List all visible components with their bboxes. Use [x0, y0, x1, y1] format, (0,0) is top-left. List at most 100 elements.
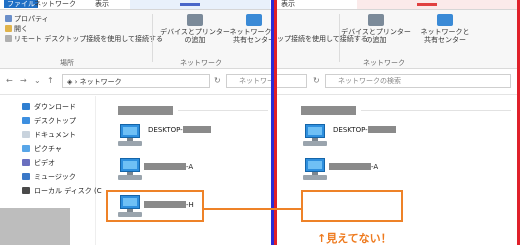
computer-icon [303, 158, 327, 184]
redacted-name [182, 126, 211, 133]
redacted-name [367, 126, 396, 133]
file-list: DESKTOP- -A ↑見えてない！ [277, 96, 520, 245]
sidebar-item-local-disk[interactable]: ローカル ディスク (C [22, 186, 102, 196]
network-center-button[interactable]: ネットワークと 共有センター [415, 14, 475, 44]
videos-icon [22, 159, 30, 166]
properties-button[interactable]: プロパティ [5, 15, 49, 24]
sidebar-label: ピクチャ [34, 145, 62, 153]
sidebar-item-pictures[interactable]: ピクチャ [22, 144, 62, 154]
ribbon: ップ接続を使用して接続する デバイスとプリンター の追加 ネットワークと 共有セ… [277, 10, 520, 69]
up-icon[interactable]: ↑ [47, 76, 54, 85]
tab-network[interactable]: ネットワーク [34, 0, 76, 8]
printer-icon [368, 14, 384, 26]
add-devices-button[interactable]: デバイスとプリンター の追加 [156, 14, 234, 44]
sidebar-item-documents[interactable]: ドキュメント [22, 130, 76, 140]
sidebar-label: ドキュメント [34, 131, 76, 139]
drive-icon [22, 187, 30, 194]
computer-icon [118, 195, 142, 221]
title-highlight-red [357, 0, 517, 9]
group-divider [178, 110, 268, 111]
address-bar[interactable] [277, 74, 307, 88]
tab-view[interactable]: 表示 [95, 0, 109, 8]
sidebar-label: ダウンロード [34, 103, 76, 111]
search-input[interactable]: ネットワー [226, 74, 271, 88]
network-center-icon [246, 14, 262, 26]
group-header-redacted [301, 106, 356, 115]
redacted-area [0, 208, 70, 245]
computer-item-a[interactable]: -A [329, 163, 378, 171]
title-highlight-blue [130, 0, 270, 9]
computer-item-h[interactable]: -H [144, 201, 194, 209]
group-header-redacted [118, 106, 173, 115]
tab-view[interactable]: 表示 [281, 0, 295, 8]
dropdown-icon[interactable]: ⌄ [34, 76, 41, 85]
desktop-icon [22, 117, 30, 124]
open-label: 開く [14, 25, 28, 33]
group-label-network: ネットワーク [363, 59, 405, 67]
search-placeholder: ネットワー [239, 77, 271, 85]
download-icon [22, 103, 30, 110]
network-center-label: ネットワークと 共有センター [229, 28, 272, 44]
search-placeholder: ネットワークの検索 [338, 77, 401, 85]
sidebar-label: ミュージック [34, 173, 76, 181]
computer-name-suffix: -H [186, 201, 194, 209]
back-icon[interactable]: ← [6, 76, 13, 85]
documents-icon [22, 131, 30, 138]
group-label-network: ネットワーク [180, 59, 222, 67]
ribbon-tabbar: ファイル ネットワーク 表示 [0, 0, 271, 10]
add-devices-button[interactable]: デバイスとプリンター の追加 [337, 14, 415, 44]
properties-label: プロパティ [14, 15, 49, 23]
group-label-location: 場所 [60, 59, 74, 67]
missing-annotation: ↑見えてない！ [317, 232, 392, 245]
network-path-icon: ◈ › [67, 78, 80, 86]
ribbon-separator [152, 14, 153, 62]
forward-icon[interactable]: → [20, 76, 27, 85]
redacted-name [329, 163, 371, 170]
pictures-icon [22, 145, 30, 152]
network-center-label: ネットワークと 共有センター [420, 28, 470, 44]
sidebar-item-downloads[interactable]: ダウンロード [22, 102, 76, 112]
computer-name-suffix: -A [186, 163, 194, 171]
highlight-box-right-empty [301, 190, 403, 222]
tab-file[interactable]: ファイル [4, 0, 38, 8]
address-row: ↻ ネットワークの検索 [277, 70, 520, 95]
sidebar-label: ビデオ [34, 159, 55, 167]
computer-icon [118, 124, 142, 150]
refresh-icon[interactable]: ↻ [313, 76, 320, 85]
add-devices-label: デバイスとプリンター の追加 [160, 28, 230, 44]
file-list: DESKTOP- -A -H [100, 96, 271, 245]
remote-desktop-button[interactable]: リモート デスクトップ接続を使用して接続する [5, 35, 163, 44]
computer-icon [303, 124, 327, 150]
computer-icon [118, 158, 142, 184]
computer-name-prefix: DESKTOP- [148, 126, 183, 134]
open-button[interactable]: 開く [5, 25, 28, 34]
network-center-icon [437, 14, 453, 26]
right-explorer-window: 表示 ップ接続を使用して接続する デバイスとプリンター の追加 ネットワークと … [277, 0, 520, 245]
sidebar-item-music[interactable]: ミュージック [22, 172, 76, 182]
ribbon: プロパティ 開く リモート デスクトップ接続を使用して接続する 場所 デバイスと… [0, 10, 271, 69]
open-icon [5, 25, 12, 32]
remote-desktop-icon [5, 35, 12, 42]
highlight-connector [204, 208, 301, 210]
computer-item-desktop[interactable]: DESKTOP- [148, 126, 211, 134]
redacted-name [144, 201, 186, 208]
add-devices-label: デバイスとプリンター の追加 [341, 28, 411, 44]
address-row: ← → ⌄ ↑ ◈ › ネットワーク ↻ ネットワー [0, 70, 271, 95]
redacted-name [144, 163, 186, 170]
computer-name-prefix: DESKTOP- [333, 126, 368, 134]
sidebar-item-videos[interactable]: ビデオ [22, 158, 55, 168]
properties-icon [5, 15, 12, 22]
refresh-icon[interactable]: ↻ [214, 76, 221, 85]
computer-name-suffix: -A [371, 163, 379, 171]
address-path: ネットワーク [79, 78, 122, 86]
address-bar[interactable]: ◈ › ネットワーク [62, 74, 210, 88]
group-divider [361, 110, 511, 111]
computer-item-a[interactable]: -A [144, 163, 193, 171]
sidebar-item-desktop[interactable]: デスクトップ [22, 116, 76, 126]
sidebar-label: デスクトップ [34, 117, 76, 125]
search-input[interactable]: ネットワークの検索 [325, 74, 511, 88]
network-center-button[interactable]: ネットワークと 共有センター [226, 14, 271, 44]
sidebar-label: ローカル ディスク (C [34, 187, 102, 195]
music-icon [22, 173, 30, 180]
computer-item-desktop[interactable]: DESKTOP- [333, 126, 396, 134]
